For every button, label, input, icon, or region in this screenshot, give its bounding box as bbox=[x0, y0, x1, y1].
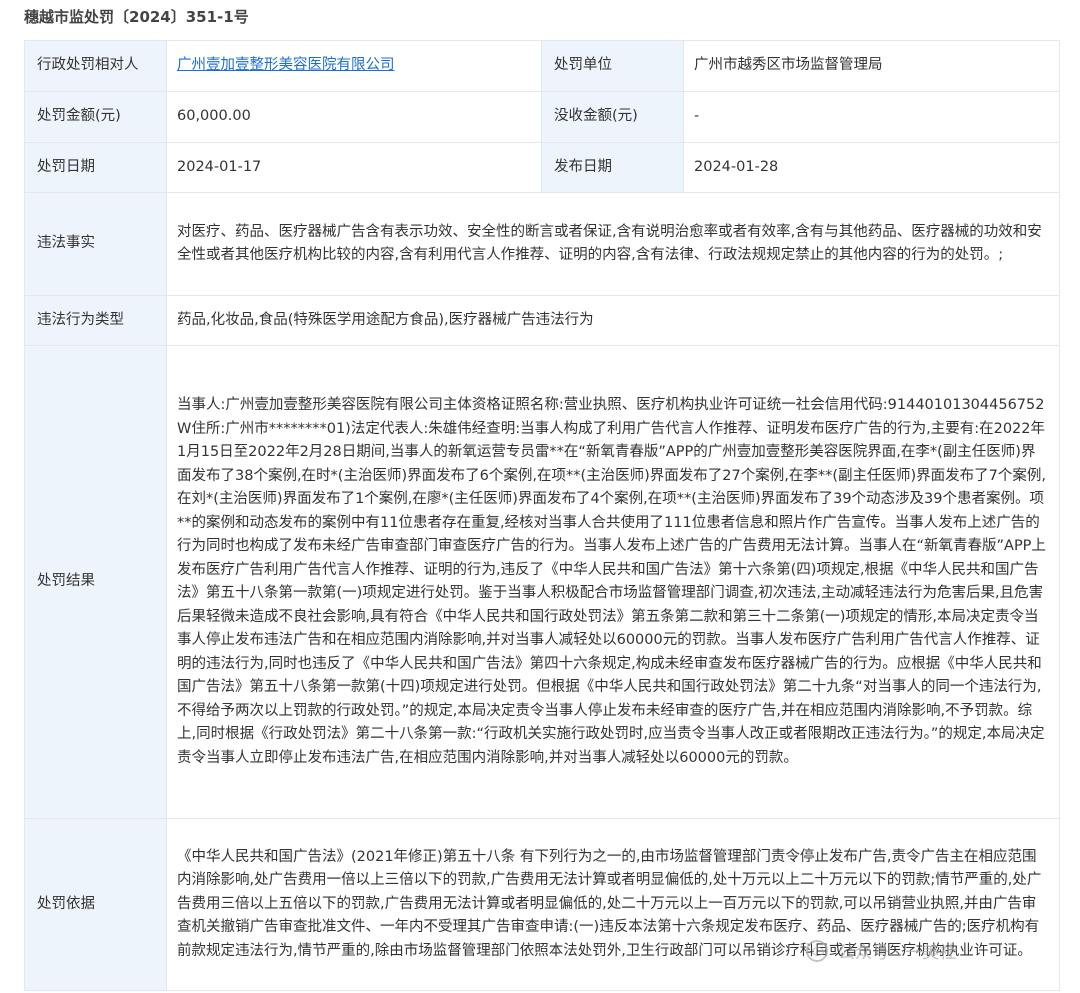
table-row: 处罚结果 当事人:广州壹加壹整形美容医院有限公司主体资格证照名称:营业执照、医疗… bbox=[24, 345, 1060, 819]
facts-text: 对医疗、药品、医疗器械广告含有表示功效、安全性的断言或者保证,含有说明治愈率或者… bbox=[177, 223, 1042, 264]
confiscation-value: - bbox=[683, 91, 1060, 143]
result-value: 当事人:广州壹加壹整形美容医院有限公司主体资格证照名称:营业执照、医疗机构执业许… bbox=[166, 345, 1060, 819]
table-row: 处罚日期 2024-01-17 发布日期 2024-01-28 bbox=[24, 142, 1060, 193]
party-label: 行政处罚相对人 bbox=[24, 40, 167, 92]
publish-date-label: 发布日期 bbox=[541, 142, 684, 193]
table-row: 违法行为类型 药品,化妆品,食品(特殊医学用途配方食品),医疗器械广告违法行为 bbox=[24, 295, 1060, 346]
violation-type-value: 药品,化妆品,食品(特殊医学用途配方食品),医疗器械广告违法行为 bbox=[166, 295, 1060, 346]
table-row: 行政处罚相对人 广州壹加壹整形美容医院有限公司 处罚单位 广州市越秀区市场监督管… bbox=[24, 40, 1060, 92]
penalty-date-label: 处罚日期 bbox=[24, 142, 167, 193]
result-text: 当事人:广州壹加壹整形美容医院有限公司主体资格证照名称:营业执照、医疗机构执业许… bbox=[177, 397, 1046, 766]
table-row: 处罚金额(元) 60,000.00 没收金额(元) - bbox=[24, 91, 1060, 143]
unit-value: 广州市越秀区市场监督管理局 bbox=[683, 40, 1060, 92]
penalty-record-table: 行政处罚相对人 广州壹加壹整形美容医院有限公司 处罚单位 广州市越秀区市场监督管… bbox=[24, 40, 1060, 991]
basis-text: 《中华人民共和国广告法》(2021年修正)第五十八条 有下列行为之一的,由市场监… bbox=[177, 848, 1042, 959]
party-cell: 广州壹加壹整形美容医院有限公司 bbox=[166, 40, 542, 92]
publish-date-value: 2024-01-28 bbox=[683, 142, 1060, 193]
table-row: 处罚依据 《中华人民共和国广告法》(2021年修正)第五十八条 有下列行为之一的… bbox=[24, 818, 1060, 991]
document-number: 穗越市监处罚〔2024〕351-1号 bbox=[24, 8, 249, 26]
facts-label: 违法事实 bbox=[24, 192, 167, 296]
basis-value: 《中华人民共和国广告法》(2021年修正)第五十八条 有下列行为之一的,由市场监… bbox=[166, 818, 1060, 991]
unit-label: 处罚单位 bbox=[541, 40, 684, 92]
confiscation-label: 没收金额(元) bbox=[541, 91, 684, 143]
violation-type-label: 违法行为类型 bbox=[24, 295, 167, 346]
basis-label: 处罚依据 bbox=[24, 818, 167, 991]
penalty-date-value: 2024-01-17 bbox=[166, 142, 542, 193]
amount-label: 处罚金额(元) bbox=[24, 91, 167, 143]
party-link[interactable]: 广州壹加壹整形美容医院有限公司 bbox=[177, 57, 395, 73]
table-row: 违法事实 对医疗、药品、医疗器械广告含有表示功效、安全性的断言或者保证,含有说明… bbox=[24, 192, 1060, 296]
result-label: 处罚结果 bbox=[24, 345, 167, 819]
facts-value: 对医疗、药品、医疗器械广告含有表示功效、安全性的断言或者保证,含有说明治愈率或者… bbox=[166, 192, 1060, 296]
amount-value: 60,000.00 bbox=[166, 91, 542, 143]
